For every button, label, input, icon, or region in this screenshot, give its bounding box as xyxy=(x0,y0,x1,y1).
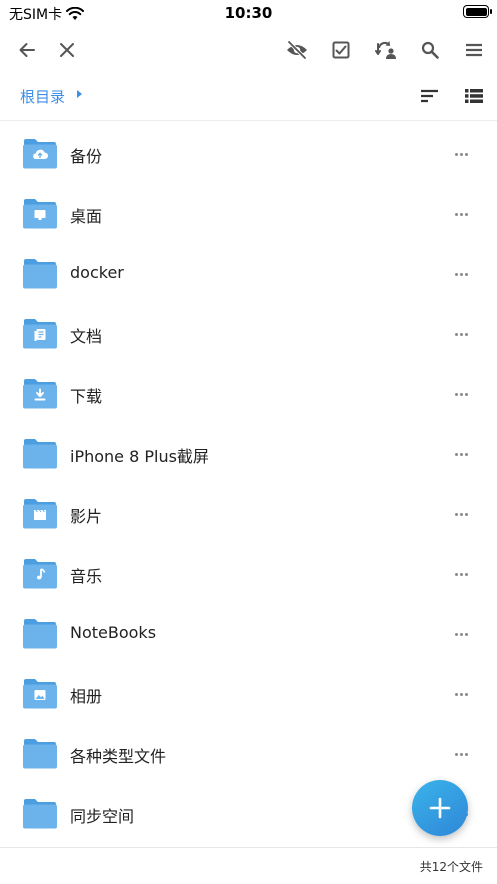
film-icon xyxy=(34,509,46,520)
file-name: 备份 xyxy=(70,147,103,166)
folder-icon xyxy=(23,559,57,589)
folder-icon xyxy=(23,199,57,229)
file-name: docker xyxy=(70,263,124,282)
footer-bar: 共12个文件 xyxy=(0,847,497,884)
more-icon xyxy=(454,572,468,576)
close-icon xyxy=(60,43,74,57)
folder-icon xyxy=(23,739,57,769)
sort-icon xyxy=(421,89,438,103)
list-item[interactable]: 下载 xyxy=(0,364,497,424)
more-options-button[interactable] xyxy=(449,686,473,702)
select-button[interactable] xyxy=(327,36,355,64)
add-button[interactable] xyxy=(412,780,468,836)
more-icon xyxy=(454,332,468,336)
file-name: 下载 xyxy=(70,387,103,406)
more-options-button[interactable] xyxy=(449,146,473,162)
more-icon xyxy=(454,212,468,216)
list-item[interactable]: docker xyxy=(0,244,497,304)
sync-button[interactable] xyxy=(372,36,400,64)
more-options-button[interactable] xyxy=(449,206,473,222)
file-name: 相册 xyxy=(70,687,103,706)
list-item[interactable]: NoteBooks xyxy=(0,604,497,664)
sort-button[interactable] xyxy=(420,88,442,108)
clock: 10:30 xyxy=(224,4,273,22)
folder-icon xyxy=(23,139,57,169)
more-options-button[interactable] xyxy=(449,746,473,762)
eye-off-icon xyxy=(287,40,307,60)
more-options-button[interactable] xyxy=(449,566,473,582)
list-item[interactable]: 备份 xyxy=(0,124,497,184)
menu-button[interactable] xyxy=(460,36,488,64)
more-icon xyxy=(454,452,468,456)
status-bar: 无SIM卡 10:30 xyxy=(0,0,497,26)
more-icon xyxy=(454,392,468,396)
image-icon xyxy=(34,690,46,700)
sync-icon xyxy=(375,41,396,59)
file-name: 桌面 xyxy=(70,207,103,226)
search-icon xyxy=(421,41,439,59)
file-list: 备份桌面 docker 文档下载 iPhone 8 Plus截屏 影片音乐 NoteBoo… xyxy=(0,124,497,844)
folder-icon xyxy=(23,439,57,469)
back-arrow-icon xyxy=(19,43,35,57)
file-name: iPhone 8 Plus截屏 xyxy=(70,447,209,466)
list-item[interactable]: 文档 xyxy=(0,304,497,364)
more-icon xyxy=(454,152,468,156)
more-icon xyxy=(454,272,468,276)
folder-icon xyxy=(23,499,57,529)
more-options-button[interactable] xyxy=(449,506,473,522)
file-name: 影片 xyxy=(70,507,103,526)
more-options-button[interactable] xyxy=(449,626,473,642)
more-options-button[interactable] xyxy=(449,446,473,462)
folder-icon xyxy=(23,259,57,289)
more-icon xyxy=(454,512,468,516)
more-options-button[interactable] xyxy=(449,386,473,402)
more-icon xyxy=(454,692,468,696)
file-name: NoteBooks xyxy=(70,623,157,642)
more-options-button[interactable] xyxy=(449,326,473,342)
hide-files-button[interactable] xyxy=(283,36,311,64)
list-item[interactable]: 桌面 xyxy=(0,184,497,244)
breadcrumb-root[interactable]: 根目录 xyxy=(20,86,65,107)
breadcrumb-chevron-icon xyxy=(77,90,82,98)
list-item[interactable]: 影片 xyxy=(0,484,497,544)
checkbox-icon xyxy=(332,41,350,59)
folder-icon xyxy=(23,319,57,349)
file-name: 文档 xyxy=(70,327,103,346)
top-toolbar xyxy=(0,26,497,74)
view-mode-button[interactable] xyxy=(464,88,486,108)
list-item[interactable]: 各种类型文件 xyxy=(0,724,497,784)
search-button[interactable] xyxy=(416,36,444,64)
list-item[interactable]: 音乐 xyxy=(0,544,497,604)
more-icon xyxy=(454,752,468,756)
folder-icon xyxy=(23,619,57,649)
more-options-button[interactable] xyxy=(449,266,473,282)
battery-icon xyxy=(463,5,492,18)
file-name: 同步空间 xyxy=(70,807,135,826)
plus-icon xyxy=(429,797,451,819)
folder-icon xyxy=(23,799,57,829)
file-name: 音乐 xyxy=(70,567,103,586)
list-item[interactable]: iPhone 8 Plus截屏 xyxy=(0,424,497,484)
file-name: 各种类型文件 xyxy=(70,747,167,766)
close-button[interactable] xyxy=(53,36,81,64)
folder-icon xyxy=(23,379,57,409)
breadcrumb: 根目录 xyxy=(0,76,497,121)
list-item[interactable]: 相册 xyxy=(0,664,497,724)
file-count: 共12个文件 xyxy=(419,860,483,874)
more-icon xyxy=(454,632,468,636)
back-button[interactable] xyxy=(13,36,41,64)
menu-icon xyxy=(466,43,482,57)
list-view-icon xyxy=(465,89,483,103)
folder-icon xyxy=(23,679,57,709)
